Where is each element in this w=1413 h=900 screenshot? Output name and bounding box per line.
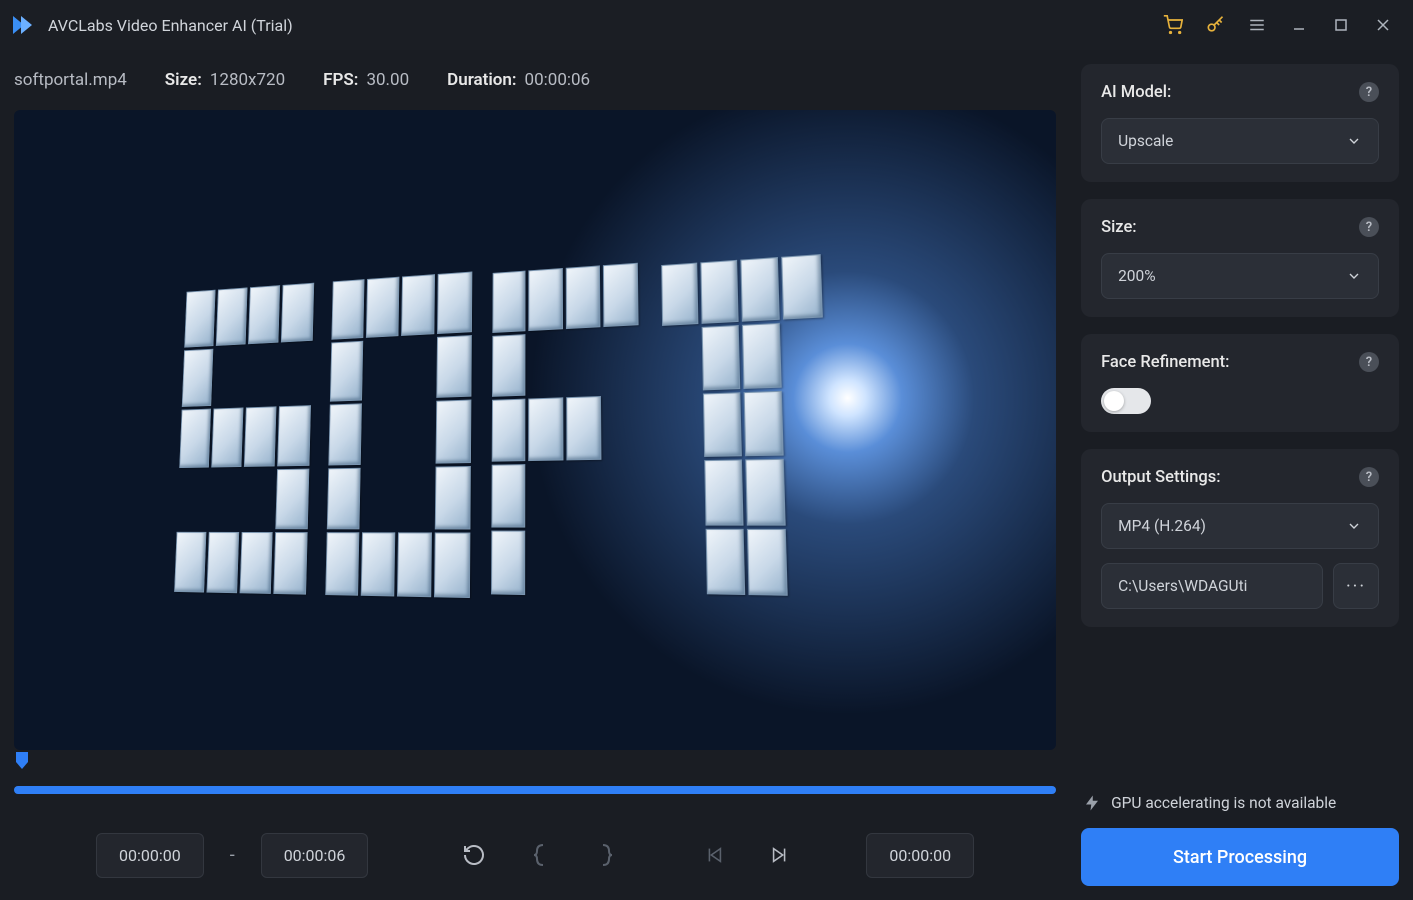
chevron-down-icon (1346, 133, 1362, 149)
panel-output-settings: Output Settings: ? MP4 (H.264) C:\Users\… (1081, 449, 1399, 627)
right-sidebar: AI Model: ? Upscale Size: ? 200% Face Re… (1075, 50, 1413, 900)
key-icon[interactable] (1195, 5, 1235, 45)
next-frame-icon[interactable] (758, 833, 802, 877)
app-title: AVCLabs Video Enhancer AI (Trial) (48, 16, 293, 35)
titlebar-right (1153, 5, 1403, 45)
face-refinement-toggle[interactable] (1101, 388, 1151, 414)
sidebar-footer: GPU accelerating is not available Start … (1081, 794, 1399, 886)
gpu-status-text: GPU accelerating is not available (1111, 794, 1336, 812)
size-title: Size: (1101, 218, 1137, 237)
output-format-select[interactable]: MP4 (H.264) (1101, 503, 1379, 549)
info-duration: Duration: 00:00:06 (447, 70, 590, 90)
trim-dash: - (226, 845, 239, 866)
prev-frame-icon[interactable] (692, 833, 736, 877)
titlebar-left: AVCLabs Video Enhancer AI (Trial) (10, 12, 293, 38)
ai-model-select[interactable]: Upscale (1101, 118, 1379, 164)
bracket-left-icon[interactable] (518, 833, 562, 877)
preview-content (173, 222, 913, 628)
menu-icon[interactable] (1237, 5, 1277, 45)
panel-ai-model: AI Model: ? Upscale (1081, 64, 1399, 182)
bolt-icon (1083, 794, 1101, 812)
ai-model-value: Upscale (1118, 132, 1173, 150)
cart-icon[interactable] (1153, 5, 1193, 45)
output-format-value: MP4 (H.264) (1118, 517, 1206, 535)
duration-value: 00:00:06 (525, 70, 591, 90)
titlebar: AVCLabs Video Enhancer AI (Trial) (0, 0, 1413, 50)
size-label: Size: (165, 70, 202, 90)
timeline-marker-icon[interactable] (14, 752, 30, 770)
help-icon[interactable]: ? (1359, 217, 1379, 237)
minimize-icon[interactable] (1279, 5, 1319, 45)
size-value: 1280x720 (210, 70, 285, 90)
output-title: Output Settings: (1101, 468, 1221, 487)
fps-value: 30.00 (366, 70, 409, 90)
panel-size: Size: ? 200% (1081, 199, 1399, 317)
maximize-icon[interactable] (1321, 5, 1361, 45)
timeline[interactable] (0, 750, 1070, 810)
trim-end-input[interactable]: 00:00:06 (261, 833, 369, 878)
duration-label: Duration: (447, 70, 516, 90)
size-select-value: 200% (1118, 267, 1156, 285)
browse-path-button[interactable]: ··· (1333, 563, 1379, 609)
info-bar: softportal.mp4 Size: 1280x720 FPS: 30.00… (0, 50, 1070, 110)
help-icon[interactable]: ? (1359, 352, 1379, 372)
size-select[interactable]: 200% (1101, 253, 1379, 299)
left-area: softportal.mp4 Size: 1280x720 FPS: 30.00… (0, 50, 1075, 900)
output-path-display: C:\Users\WDAGUti (1101, 563, 1323, 609)
start-processing-button[interactable]: Start Processing (1081, 828, 1399, 886)
app-logo-icon (10, 12, 36, 38)
main: softportal.mp4 Size: 1280x720 FPS: 30.00… (0, 50, 1413, 900)
toggle-knob (1104, 391, 1124, 411)
gpu-status: GPU accelerating is not available (1081, 794, 1399, 812)
close-icon[interactable] (1363, 5, 1403, 45)
chevron-down-icon (1346, 268, 1362, 284)
ai-model-title: AI Model: (1101, 83, 1171, 102)
rewind-icon[interactable] (452, 833, 496, 877)
filename: softportal.mp4 (14, 70, 127, 90)
panel-face-refinement: Face Refinement: ? (1081, 334, 1399, 432)
timeline-fill (14, 786, 1056, 794)
info-size: Size: 1280x720 (165, 70, 285, 90)
help-icon[interactable]: ? (1359, 467, 1379, 487)
trim-start-input[interactable]: 00:00:00 (96, 833, 204, 878)
current-time-display: 00:00:00 (866, 833, 974, 878)
face-title: Face Refinement: (1101, 353, 1229, 372)
help-icon[interactable]: ? (1359, 82, 1379, 102)
chevron-down-icon (1346, 518, 1362, 534)
info-fps: FPS: 30.00 (323, 70, 409, 90)
fps-label: FPS: (323, 70, 358, 90)
video-preview (14, 110, 1056, 750)
timeline-track[interactable] (14, 786, 1056, 794)
bracket-right-icon[interactable] (584, 833, 628, 877)
controls: 00:00:00 - 00:00:06 00:00:00 (0, 810, 1070, 900)
